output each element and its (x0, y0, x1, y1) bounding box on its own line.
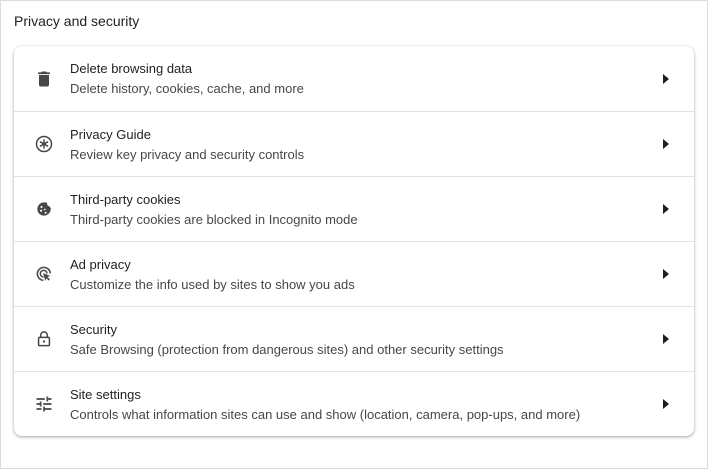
row-subtitle: Customize the info used by sites to show… (70, 277, 355, 292)
row-title: Delete browsing data (70, 61, 193, 76)
site-settings-row[interactable]: Site settings Controls what information … (14, 371, 694, 436)
security-row[interactable]: Security Safe Browsing (protection from … (14, 306, 694, 371)
third-party-cookies-row[interactable]: Third-party cookies Third-party cookies … (14, 176, 694, 241)
chevron-right-icon (662, 73, 670, 84)
row-subtitle: Safe Browsing (protection from dangerous… (70, 342, 504, 357)
privacy-guide-icon (33, 133, 55, 155)
ad-privacy-row[interactable]: Ad privacy Customize the info used by si… (14, 241, 694, 306)
row-subtitle: Review key privacy and security controls (70, 147, 305, 162)
row-subtitle: Delete history, cookies, cache, and more (70, 81, 304, 96)
chevron-right-icon (662, 269, 670, 279)
privacy-settings-card: Delete browsing data Delete history, coo… (14, 46, 694, 436)
chevron-right-icon (662, 139, 670, 149)
ad-privacy-icon (33, 263, 55, 285)
row-title: Security (70, 322, 117, 337)
delete-browsing-data-row[interactable]: Delete browsing data Delete history, coo… (14, 46, 694, 111)
settings-page: Privacy and security Delete browsing dat… (0, 0, 708, 469)
privacy-guide-row[interactable]: Privacy Guide Review key privacy and sec… (14, 111, 694, 176)
trash-icon (33, 68, 55, 90)
lock-icon (33, 328, 55, 350)
row-title: Site settings (70, 387, 141, 402)
chevron-right-icon (662, 204, 670, 214)
section-title: Privacy and security (14, 13, 140, 29)
row-title: Third-party cookies (70, 192, 181, 207)
row-subtitle: Third-party cookies are blocked in Incog… (70, 212, 358, 227)
cookie-icon (33, 198, 55, 220)
chevron-right-icon (662, 399, 670, 409)
row-title: Privacy Guide (70, 127, 151, 142)
tune-icon (33, 393, 55, 415)
chevron-right-icon (662, 334, 670, 344)
row-subtitle: Controls what information sites can use … (70, 407, 581, 422)
row-title: Ad privacy (70, 257, 131, 272)
